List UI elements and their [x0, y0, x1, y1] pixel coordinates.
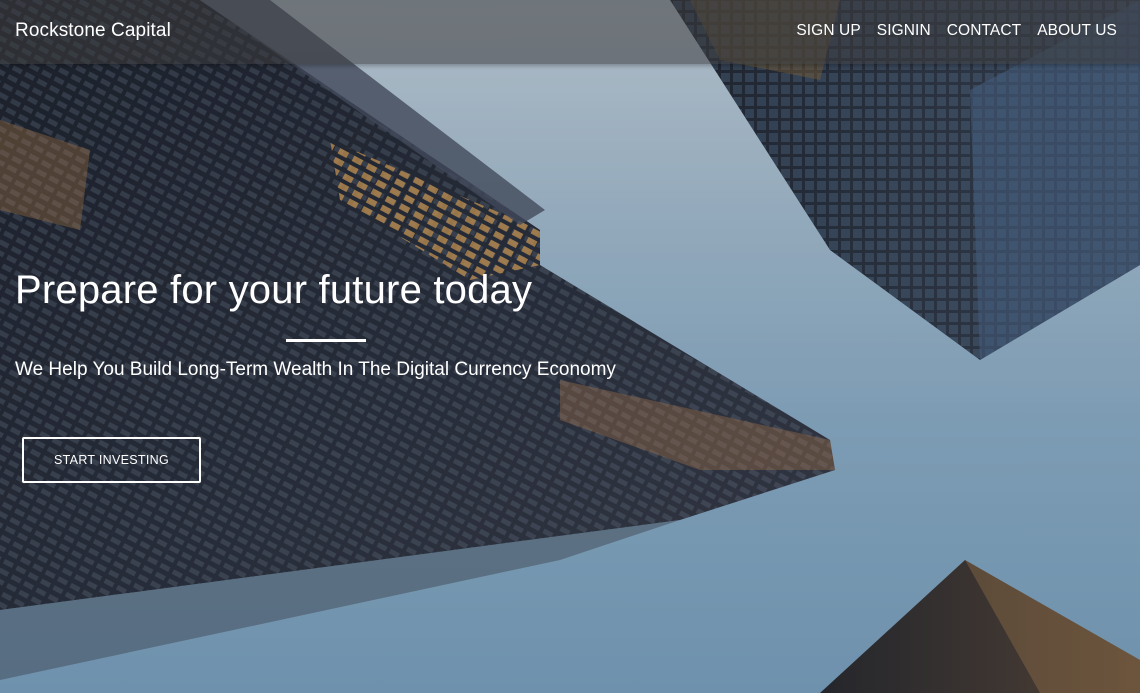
hero-headline: Prepare for your future today — [15, 268, 533, 312]
nav-link-about-us[interactable]: ABOUT US — [1037, 22, 1117, 40]
headline-divider — [286, 339, 366, 342]
nav-link-sign-up[interactable]: SIGN UP — [796, 22, 860, 40]
top-navbar: Rockstone Capital SIGN UP SIGNIN CONTACT… — [0, 0, 1140, 64]
main-nav: SIGN UP SIGNIN CONTACT ABOUT US — [780, 22, 1117, 40]
hero-section: Rockstone Capital SIGN UP SIGNIN CONTACT… — [0, 0, 1140, 693]
start-investing-button[interactable]: START INVESTING — [22, 437, 201, 483]
nav-link-signin[interactable]: SIGNIN — [877, 22, 931, 40]
hero-subheadline: We Help You Build Long-Term Wealth In Th… — [15, 359, 616, 380]
skyscrapers-background-image — [0, 0, 1140, 693]
brand-logo-link[interactable]: Rockstone Capital — [15, 20, 171, 42]
nav-link-contact[interactable]: CONTACT — [947, 22, 1021, 40]
